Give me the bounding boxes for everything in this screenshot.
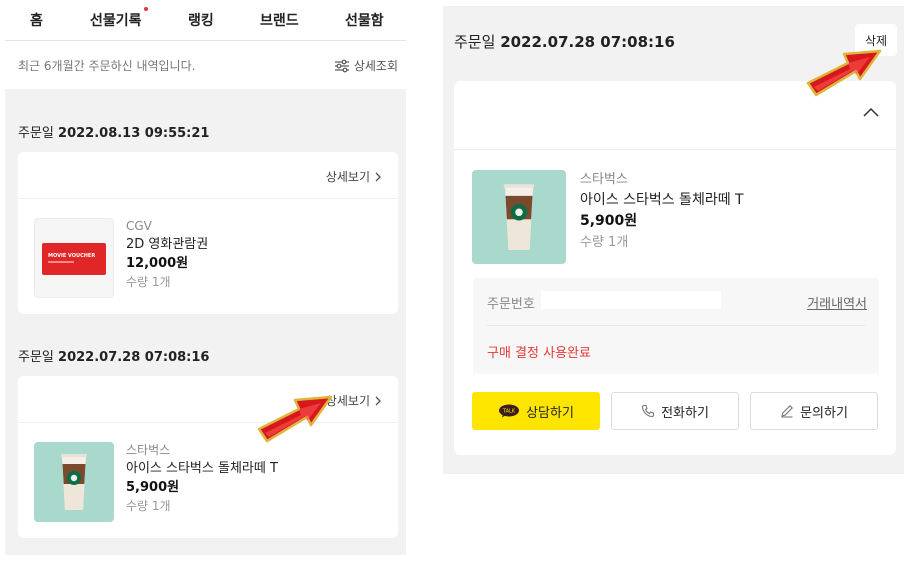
tab-brand[interactable]: 브랜드 bbox=[260, 10, 299, 30]
product-name[interactable]: 2D 영화관람권 bbox=[126, 235, 208, 254]
notice-text: 최근 6개월간 주문하신 내역입니다. bbox=[18, 59, 196, 73]
product-price: 5,900원 bbox=[126, 480, 180, 495]
tab-gift-history[interactable]: 선물기록 bbox=[90, 7, 148, 30]
detail-filter-button[interactable]: 상세조회 bbox=[334, 57, 398, 74]
order-info-box: 주문번호 거래내역서 구매 결정 사용완료 bbox=[473, 278, 879, 374]
chevron-right-icon bbox=[375, 396, 381, 405]
product-price: 12,000원 bbox=[126, 256, 189, 271]
movie-voucher-image: MOVIE VOUCHER bbox=[42, 243, 106, 275]
phone-call-button[interactable]: 전화하기 bbox=[611, 392, 739, 430]
product-brand: CGV bbox=[126, 219, 152, 233]
order-number-label: 주문번호 bbox=[487, 297, 535, 312]
product-brand: 스타벅스 bbox=[580, 172, 628, 187]
tab-gift-history-label: 선물기록 bbox=[90, 13, 142, 29]
card-divider bbox=[18, 422, 398, 423]
product-thumbnail[interactable]: MOVIE VOUCHER bbox=[34, 218, 114, 298]
detail-filter-label: 상세조회 bbox=[353, 59, 398, 73]
view-details-label: 상세보기 bbox=[325, 170, 370, 184]
product-quantity: 수량 1개 bbox=[126, 275, 171, 289]
phone-icon bbox=[642, 404, 655, 418]
phone-call-label: 전화하기 bbox=[661, 405, 709, 421]
order-status: 구매 결정 사용완료 bbox=[487, 346, 591, 361]
pointer-arrow-icon bbox=[806, 49, 882, 97]
product-quantity: 수량 1개 bbox=[580, 235, 629, 250]
product-price: 5,900원 bbox=[580, 213, 638, 229]
order-date-value: 2022.08.13 09:55:21 bbox=[58, 126, 210, 141]
order-card: 상세보기 스타벅스 아이스 스타벅스 돌체라떼 T 5,900원 수량 1개 bbox=[18, 376, 398, 538]
tab-gift-box[interactable]: 선물함 bbox=[345, 10, 384, 30]
product-name[interactable]: 아이스 스타벅스 돌체라떼 T bbox=[126, 459, 278, 478]
order-date-label: 주문일 bbox=[18, 126, 54, 141]
collapse-button[interactable] bbox=[860, 101, 882, 123]
notice-bar: 최근 6개월간 주문하신 내역입니다. 상세조회 bbox=[5, 41, 406, 89]
product-info: 스타벅스 아이스 스타벅스 돌체라떼 T 5,900원 수량 1개 bbox=[580, 169, 744, 253]
iced-latte-image bbox=[61, 454, 87, 510]
order-date-label: 주문일 bbox=[18, 350, 54, 365]
order-card: 상세보기 MOVIE VOUCHER CGV 2D 영화관람권 12,000원 … bbox=[18, 152, 398, 314]
sliders-icon bbox=[334, 59, 349, 72]
order-detail-card: 스타벅스 아이스 스타벅스 돌체라떼 T 5,900원 수량 1개 주문번호 거… bbox=[454, 81, 896, 455]
card-divider bbox=[18, 198, 398, 199]
receipt-link[interactable]: 거래내역서 bbox=[807, 293, 867, 312]
chat-consult-button[interactable]: TALK 상담하기 bbox=[472, 392, 600, 430]
chat-consult-label: 상담하기 bbox=[526, 405, 574, 421]
product-thumbnail[interactable] bbox=[34, 442, 114, 522]
tab-ranking[interactable]: 랭킹 bbox=[188, 10, 214, 30]
product-thumbnail[interactable] bbox=[472, 170, 566, 264]
chevron-up-icon bbox=[863, 107, 879, 117]
voucher-text: MOVIE VOUCHER bbox=[48, 253, 96, 259]
talk-badge-text: TALK bbox=[502, 409, 516, 415]
iced-latte-image bbox=[503, 184, 535, 250]
product-name[interactable]: 아이스 스타벅스 돌체라떼 T bbox=[580, 190, 744, 211]
order-date-label: 주문일 bbox=[454, 33, 496, 51]
order-date: 주문일 2022.07.28 07:08:16 bbox=[454, 31, 675, 52]
order-date: 주문일 2022.07.28 07:08:16 bbox=[18, 346, 209, 365]
info-divider bbox=[487, 325, 865, 326]
tab-home[interactable]: 홈 bbox=[30, 10, 43, 30]
order-date-value: 2022.07.28 07:08:16 bbox=[500, 33, 675, 51]
product-info: CGV 2D 영화관람권 12,000원 수량 1개 bbox=[126, 218, 208, 292]
kakao-talk-icon: TALK bbox=[499, 404, 520, 418]
view-details-link[interactable]: 상세보기 bbox=[326, 168, 382, 185]
pencil-icon bbox=[781, 405, 794, 418]
card-divider bbox=[454, 149, 896, 150]
order-number-masked bbox=[541, 291, 721, 309]
order-date-value: 2022.07.28 07:08:16 bbox=[58, 350, 210, 365]
new-badge-dot bbox=[143, 7, 148, 11]
inquiry-button[interactable]: 문의하기 bbox=[750, 392, 878, 430]
inquiry-label: 문의하기 bbox=[800, 405, 848, 421]
product-info: 스타벅스 아이스 스타벅스 돌체라떼 T 5,900원 수량 1개 bbox=[126, 442, 278, 516]
product-quantity: 수량 1개 bbox=[126, 499, 171, 513]
pointer-arrow-icon bbox=[257, 395, 333, 443]
chevron-right-icon bbox=[375, 172, 381, 181]
order-date: 주문일 2022.08.13 09:55:21 bbox=[18, 122, 209, 141]
order-history-list-screen: 홈 선물기록 랭킹 브랜드 선물함 최근 6개월간 주문하신 내역입니다. 상세… bbox=[5, 0, 406, 555]
top-tab-bar: 홈 선물기록 랭킹 브랜드 선물함 bbox=[5, 0, 406, 41]
